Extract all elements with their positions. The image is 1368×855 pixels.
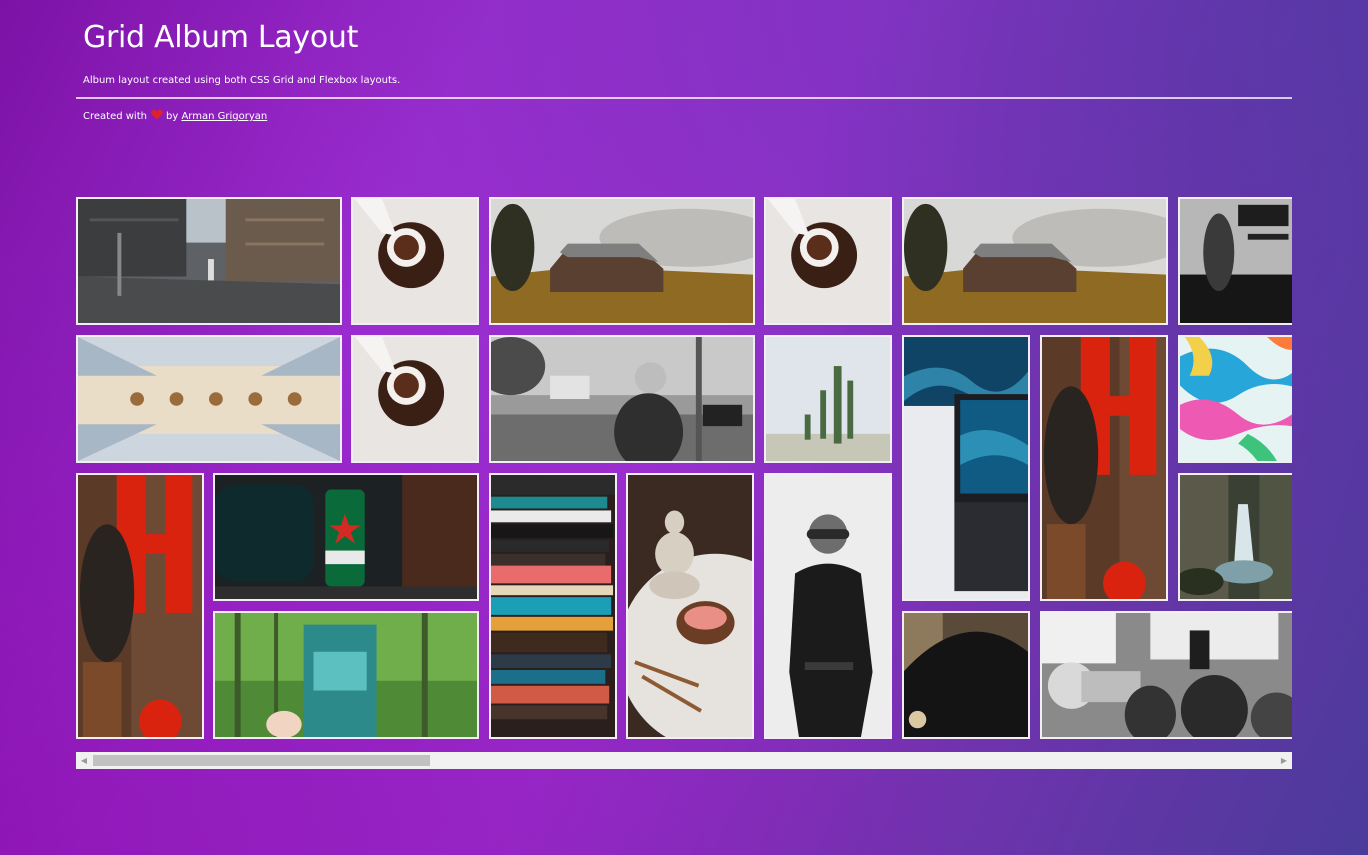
photo-cactus[interactable] <box>764 335 892 463</box>
photo-red-neon[interactable] <box>76 473 204 739</box>
photo-subway[interactable] <box>1178 197 1292 325</box>
photo-cathedral-ceiling[interactable] <box>76 335 342 463</box>
header-divider <box>76 97 1292 99</box>
photo-heineken-can[interactable] <box>213 473 479 601</box>
photo-coffee-pour[interactable] <box>351 335 479 463</box>
photo-street-bw[interactable] <box>489 335 755 463</box>
photo-farmhouse[interactable] <box>489 197 755 325</box>
photo-cosmic-frogger[interactable] <box>213 611 479 739</box>
photo-buddha-bowl[interactable] <box>626 473 754 739</box>
page-header: Grid Album Layout Album layout created u… <box>76 18 1292 122</box>
heart-icon <box>151 109 163 124</box>
scroll-left-arrow-icon[interactable]: ◀ <box>76 752 92 769</box>
photo-red-neon[interactable] <box>1040 335 1168 601</box>
photo-books[interactable] <box>489 473 617 739</box>
photo-laptop-ocean[interactable] <box>902 335 1030 601</box>
credit-by: by <box>165 111 179 122</box>
photo-coffee-pour[interactable] <box>764 197 892 325</box>
page-subtitle: Album layout created using both CSS Grid… <box>83 75 401 86</box>
photo-coffee-pour[interactable] <box>351 197 479 325</box>
scrollbar-thumb[interactable] <box>93 755 430 766</box>
photo-abstract-paint[interactable] <box>1178 335 1292 463</box>
photo-farmhouse[interactable] <box>902 197 1168 325</box>
author-link[interactable]: Arman Grigoryan <box>181 111 267 122</box>
photo-umbrella[interactable] <box>902 611 1030 739</box>
credit-line: Created with by Arman Grigoryan <box>83 109 267 124</box>
credit-prefix: Created with <box>83 111 147 122</box>
scroll-right-arrow-icon[interactable]: ▶ <box>1276 752 1292 769</box>
album-grid[interactable] <box>76 197 1292 739</box>
photo-protest[interactable] <box>1040 611 1292 739</box>
page-title: Grid Album Layout <box>83 20 359 55</box>
photo-fashion-bw[interactable] <box>764 473 892 739</box>
photo-waterfall[interactable] <box>1178 473 1292 601</box>
horizontal-scrollbar[interactable]: ◀ ▶ <box>76 752 1292 769</box>
photo-city-street[interactable] <box>76 197 342 325</box>
